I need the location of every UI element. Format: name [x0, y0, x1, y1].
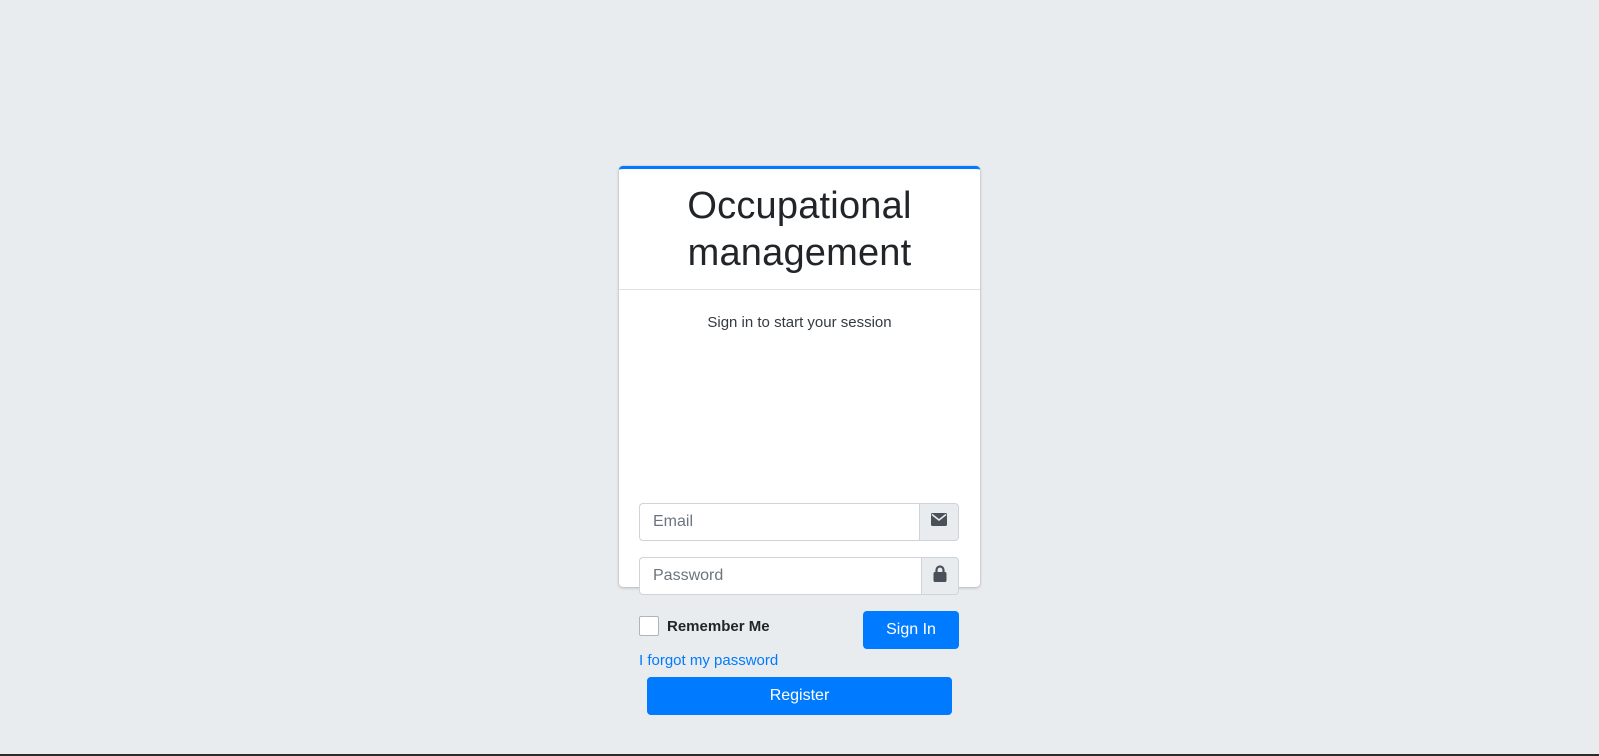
email-input-group	[639, 503, 959, 541]
login-card: Occupational management Sign in to start…	[619, 166, 980, 715]
email-addon	[919, 503, 959, 541]
card-header: Occupational management	[619, 169, 980, 290]
email-input[interactable]	[639, 503, 919, 541]
password-addon	[921, 557, 959, 595]
remember-me: Remember Me	[639, 616, 770, 636]
remember-me-label[interactable]: Remember Me	[667, 618, 770, 635]
envelope-icon	[931, 513, 947, 531]
lock-icon	[933, 565, 947, 587]
password-input[interactable]	[639, 557, 921, 595]
register-button[interactable]: Register	[647, 677, 952, 715]
password-input-group	[639, 557, 959, 595]
card-body: Sign in to start your session Email Reme…	[619, 314, 980, 715]
remember-me-checkbox[interactable]	[639, 616, 659, 636]
app-title: Occupational management	[687, 185, 912, 274]
login-subtitle: Sign in to start your session	[707, 314, 892, 331]
forgot-password-link[interactable]: I forgot my password	[639, 652, 778, 669]
sign-in-button[interactable]: Sign In	[863, 611, 959, 649]
